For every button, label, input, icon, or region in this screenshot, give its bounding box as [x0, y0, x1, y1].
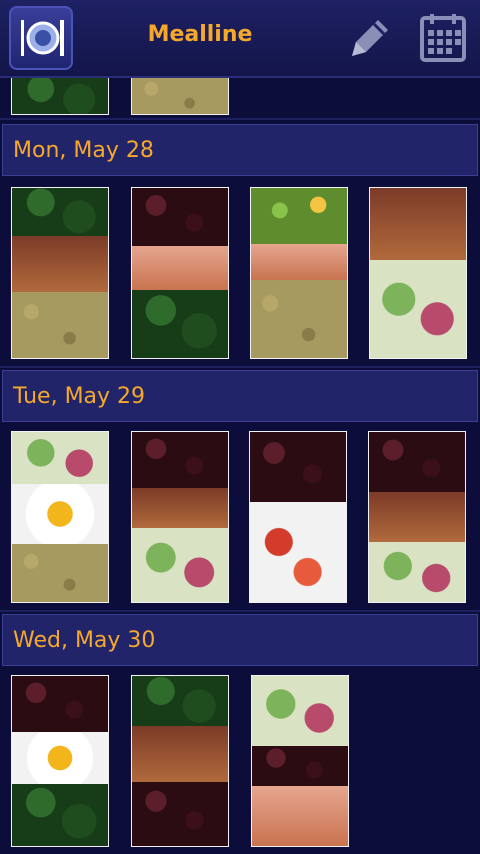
meal-photo[interactable]	[12, 432, 108, 602]
meal-photo[interactable]	[12, 78, 108, 114]
day-label: Mon, May 28	[13, 138, 154, 163]
app-bar: Mealline	[0, 0, 480, 78]
day-photos-row	[0, 188, 480, 364]
edit-button[interactable]	[338, 8, 396, 68]
day-label: Wed, May 30	[13, 628, 156, 653]
day-header-tue: Tue, May 29	[2, 370, 478, 422]
meal-photo[interactable]	[12, 188, 108, 358]
meal-photo[interactable]	[132, 432, 228, 602]
meal-photo[interactable]	[132, 676, 228, 846]
meal-photo[interactable]	[251, 188, 347, 358]
meal-photo[interactable]	[132, 188, 228, 358]
divider	[0, 366, 480, 368]
app-logo-icon[interactable]	[9, 6, 73, 70]
divider	[0, 610, 480, 612]
app-title: Mealline	[147, 22, 253, 47]
pencil-icon	[352, 20, 388, 56]
day-photos-row	[0, 676, 480, 852]
day-header-wed: Wed, May 30	[2, 614, 478, 666]
meal-timeline[interactable]: Mon, May 28 Tue, May 29 Wed, May 30	[0, 78, 480, 854]
meal-photo[interactable]	[12, 676, 108, 846]
day-label: Tue, May 29	[13, 384, 146, 409]
meal-photo[interactable]	[369, 432, 465, 602]
meal-photo[interactable]	[370, 188, 466, 358]
day-photos-row	[0, 432, 480, 608]
calendar-icon	[420, 14, 466, 62]
previous-day-row	[0, 78, 480, 116]
meal-photo[interactable]	[252, 676, 348, 846]
day-header-mon: Mon, May 28	[2, 124, 478, 176]
calendar-button[interactable]	[414, 8, 472, 68]
meal-photo[interactable]	[132, 78, 228, 114]
meal-photo[interactable]	[250, 432, 346, 602]
divider	[0, 118, 480, 120]
